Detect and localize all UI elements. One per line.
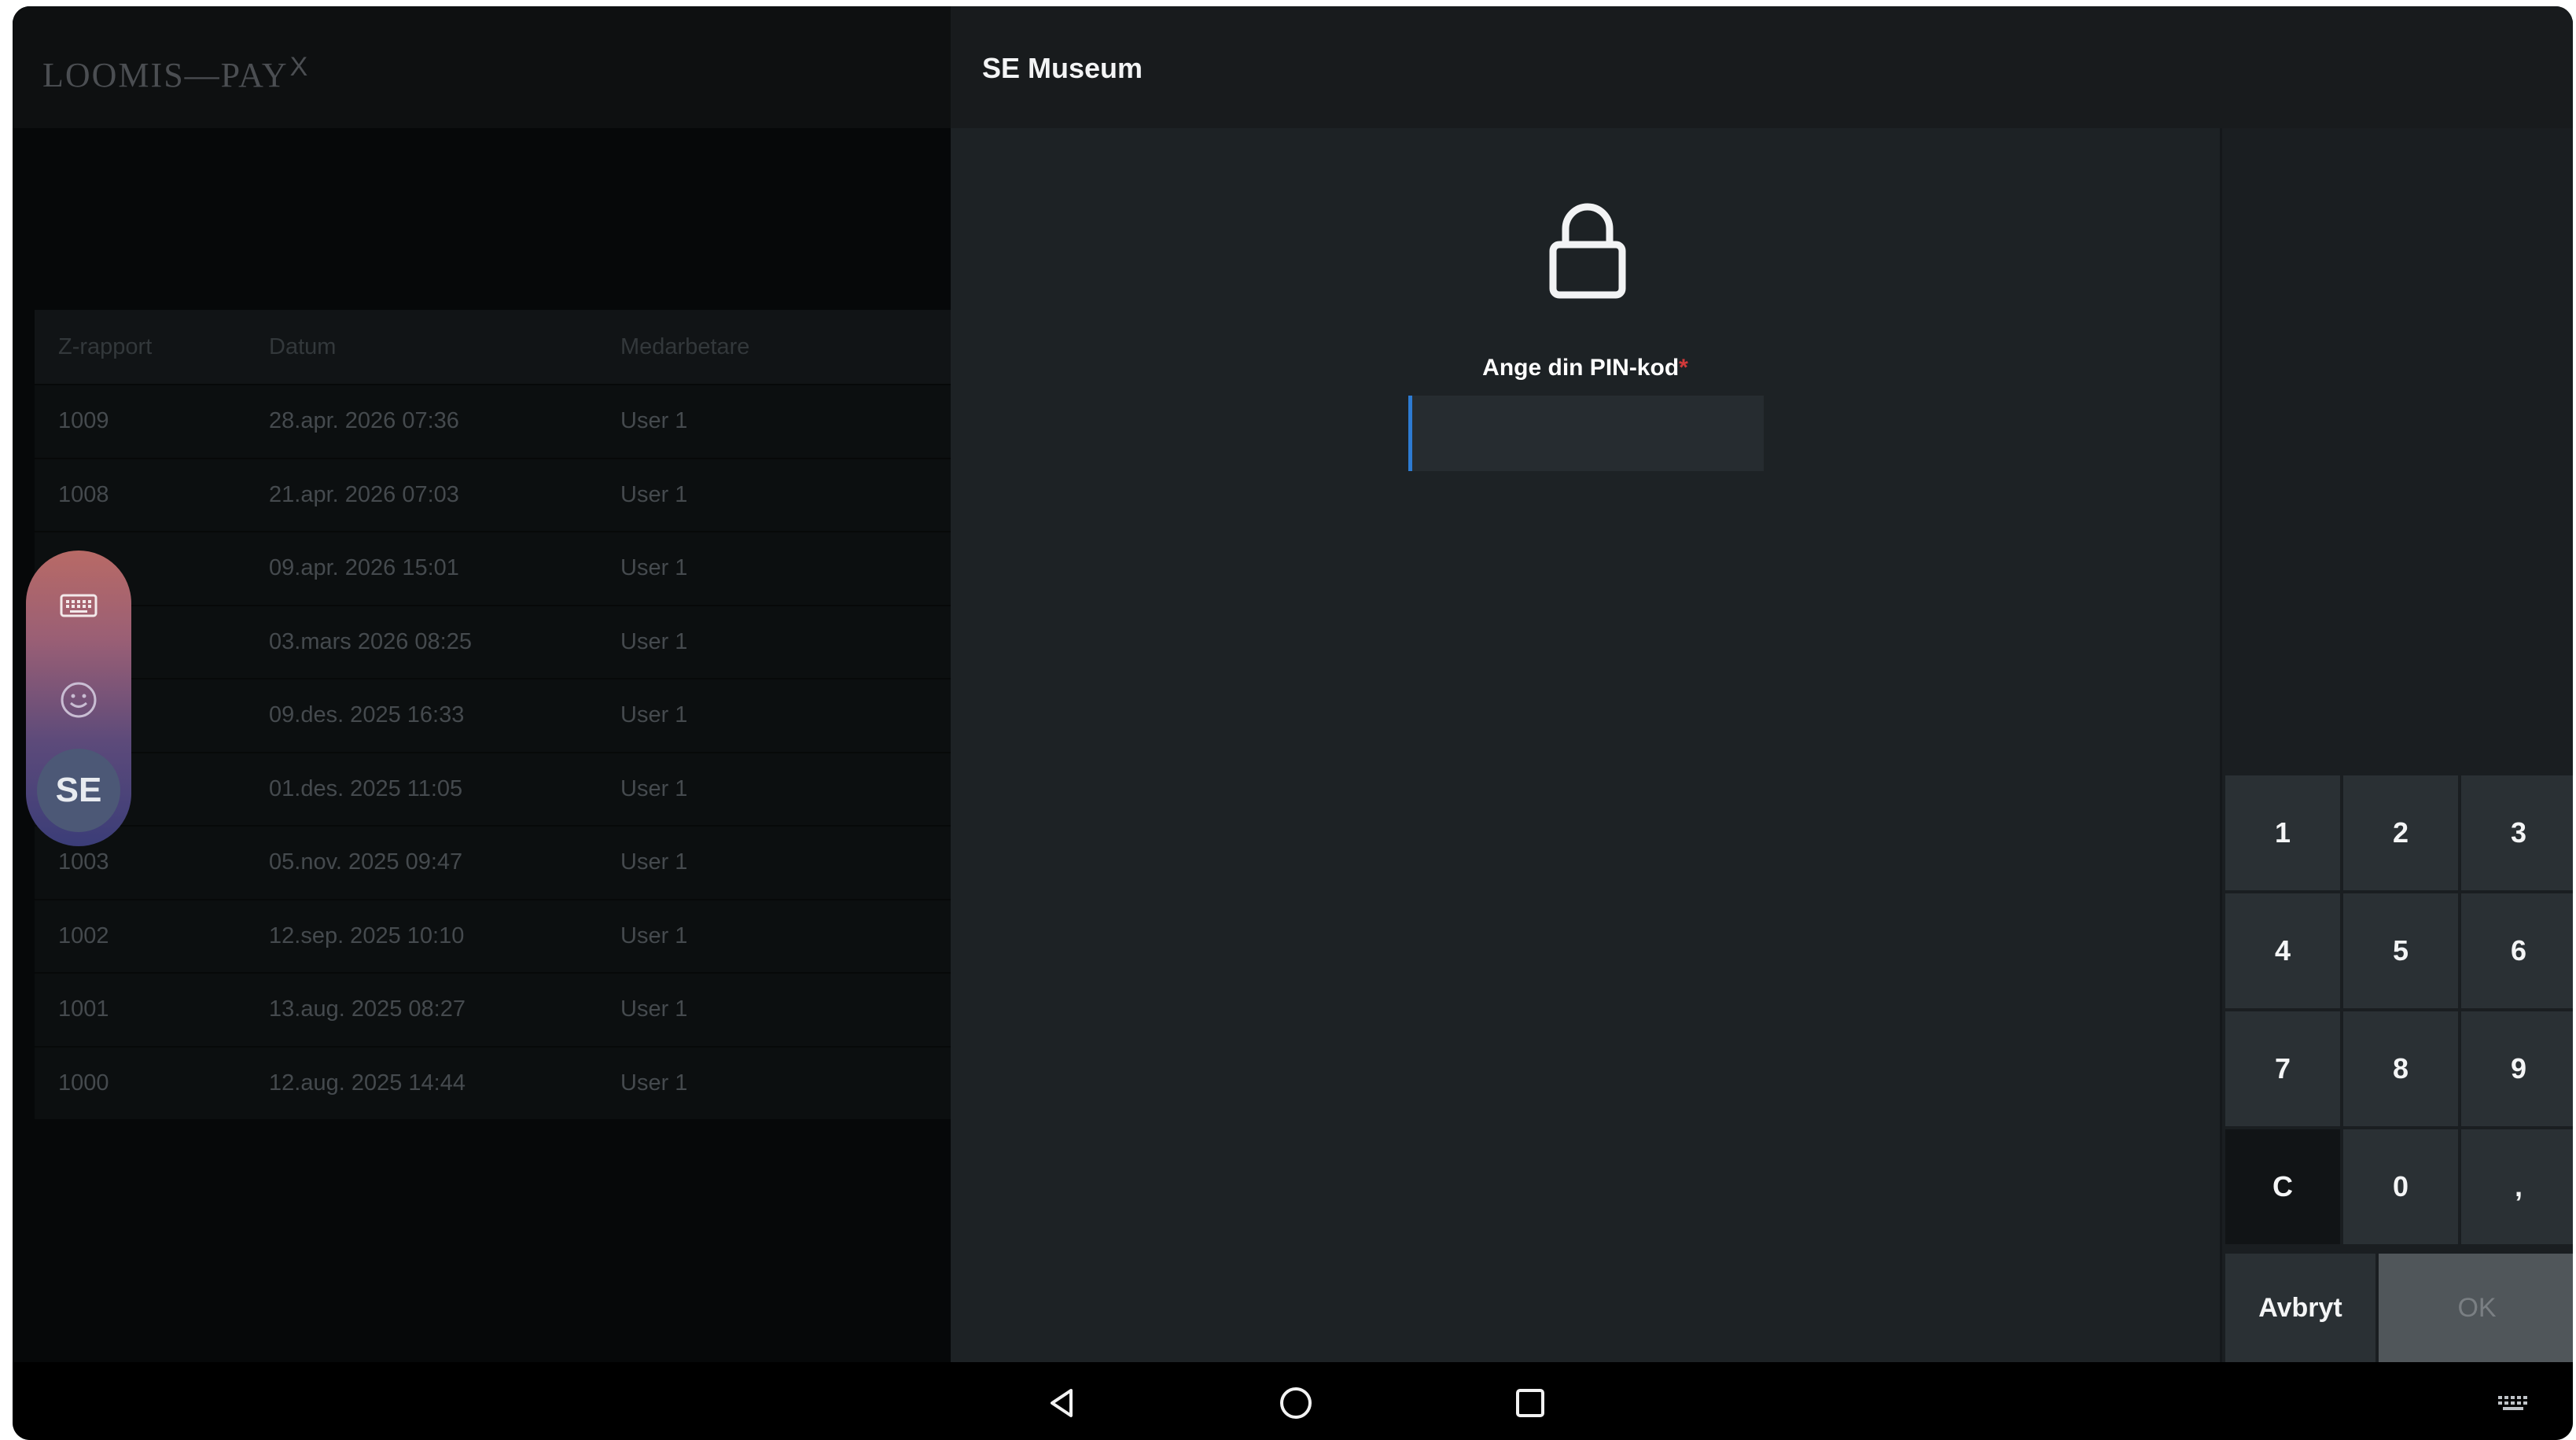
- numeric-keypad: 123 456 789 C0,: [2225, 775, 2573, 1244]
- pin-dialog: SE Museum Ange din PIN-kod* 123 456 789 C0,…: [951, 6, 2573, 1362]
- keypad-key-3[interactable]: 3: [2461, 775, 2573, 890]
- language-avatar[interactable]: SE: [37, 749, 120, 832]
- table-row[interactable]: 1008 21.apr. 2026 07:03 User 1: [35, 457, 951, 531]
- cell-z-rapport: 1008: [58, 481, 109, 507]
- keypad-key-1[interactable]: 1: [2225, 775, 2340, 890]
- cell-datum: 12.aug. 2025 14:44: [269, 1070, 466, 1096]
- keypad-key-comma[interactable]: ,: [2461, 1129, 2573, 1244]
- cell-medarbetare: User 1: [620, 408, 688, 434]
- cell-medarbetare: User 1: [620, 996, 688, 1022]
- cell-datum: 09.des. 2025 16:33: [269, 702, 465, 728]
- recents-square-icon: [1516, 1389, 1544, 1417]
- cell-medarbetare: User 1: [620, 481, 688, 507]
- ok-button[interactable]: OK: [2379, 1254, 2573, 1362]
- keypad-key-6[interactable]: 6: [2461, 893, 2573, 1008]
- emoji-icon: [61, 682, 97, 718]
- app-header: LOOMIS—PAYX: [13, 6, 951, 128]
- cell-z-rapport: 1003: [58, 849, 109, 875]
- home-circle-icon: [1280, 1387, 1312, 1419]
- cell-datum: 21.apr. 2026 07:03: [269, 481, 459, 507]
- dialog-header: SE Museum: [951, 6, 2573, 128]
- keypad-key-5[interactable]: 5: [2343, 893, 2458, 1008]
- floating-tool-menu: SE: [26, 551, 131, 846]
- keyboard-toggle-button[interactable]: [26, 566, 131, 645]
- pin-label: Ange din PIN-kod*: [1482, 355, 1688, 381]
- table-row[interactable]: 09.apr. 2026 15:01 User 1: [35, 531, 951, 605]
- table-row[interactable]: 1001 13.aug. 2025 08:27 User 1: [35, 972, 951, 1046]
- background-app: LOOMIS—PAYX Z-rapport Datum Medarbetare …: [13, 6, 951, 1362]
- cell-medarbetare: User 1: [620, 555, 688, 581]
- dialog-actions: Avbryt OK: [2225, 1254, 2573, 1362]
- dialog-body: Ange din PIN-kod*: [951, 128, 2220, 1362]
- cell-z-rapport: 1000: [58, 1070, 109, 1096]
- lock-icon: [1549, 203, 1626, 299]
- column-header-datum: Datum: [269, 333, 337, 359]
- cell-medarbetare: User 1: [620, 849, 688, 875]
- system-nav-bar: [13, 1362, 2573, 1440]
- cell-medarbetare: User 1: [620, 628, 688, 654]
- z-report-table: Z-rapport Datum Medarbetare 1009 28.apr. …: [35, 310, 951, 1119]
- numeric-keypad-panel: 123 456 789 C0, Avbryt OK: [2220, 128, 2573, 1362]
- pin-input[interactable]: [1408, 396, 1764, 471]
- table-body: 1009 28.apr. 2026 07:36 User 1 1008 21.apr. …: [35, 384, 951, 1119]
- cell-z-rapport: 1002: [58, 923, 109, 948]
- cell-datum: 03.mars 2026 08:25: [269, 628, 472, 654]
- nav-home-button[interactable]: [1272, 1379, 1319, 1427]
- cell-medarbetare: User 1: [620, 923, 688, 948]
- keypad-key-4[interactable]: 4: [2225, 893, 2340, 1008]
- keypad-key-2[interactable]: 2: [2343, 775, 2458, 890]
- dialog-title: SE Museum: [982, 52, 1143, 84]
- brand-logo: LOOMIS—PAYX: [42, 52, 310, 94]
- cell-datum: 05.nov. 2025 09:47: [269, 849, 463, 875]
- cell-datum: 28.apr. 2026 07:36: [269, 408, 459, 434]
- cell-medarbetare: User 1: [620, 1070, 688, 1096]
- cell-z-rapport: 1001: [58, 996, 109, 1022]
- cell-medarbetare: User 1: [620, 775, 688, 801]
- cell-datum: 01.des. 2025 11:05: [269, 775, 463, 801]
- column-header-z-rapport: Z-rapport: [58, 333, 153, 359]
- cell-z-rapport: 1009: [58, 408, 109, 434]
- column-header-medarbetare: Medarbetare: [620, 333, 750, 359]
- keyboard-icon: [60, 594, 98, 617]
- table-row[interactable]: 1000 12.aug. 2025 14:44 User 1: [35, 1045, 951, 1119]
- required-marker: *: [1679, 355, 1688, 381]
- table-row[interactable]: 03.mars 2026 08:25 User 1: [35, 604, 951, 678]
- cell-medarbetare: User 1: [620, 702, 688, 728]
- keypad-key-7[interactable]: 7: [2225, 1011, 2340, 1126]
- cell-datum: 12.sep. 2025 10:10: [269, 923, 465, 948]
- table-row[interactable]: 09.des. 2025 16:33 User 1: [35, 678, 951, 752]
- table-row[interactable]: 1009 28.apr. 2026 07:36 User 1: [35, 384, 951, 458]
- emoji-button[interactable]: [26, 661, 131, 739]
- nav-back-button[interactable]: [1038, 1379, 1085, 1427]
- keyboard-icon: [2498, 1396, 2527, 1410]
- back-triangle-icon: [1051, 1389, 1073, 1417]
- keypad-key-9[interactable]: 9: [2461, 1011, 2573, 1126]
- table-header: Z-rapport Datum Medarbetare: [35, 310, 951, 384]
- keypad-key-clear[interactable]: C: [2225, 1129, 2340, 1244]
- table-row[interactable]: 1002 12.sep. 2025 10:10 User 1: [35, 898, 951, 972]
- table-row[interactable]: 01.des. 2025 11:05 User 1: [35, 751, 951, 825]
- table-row[interactable]: 1003 05.nov. 2025 09:47 User 1: [35, 825, 951, 899]
- tablet-screen: LOOMIS—PAYX Z-rapport Datum Medarbetare …: [13, 6, 2573, 1440]
- keypad-key-8[interactable]: 8: [2343, 1011, 2458, 1126]
- keypad-key-0[interactable]: 0: [2343, 1129, 2458, 1244]
- cancel-button[interactable]: Avbryt: [2225, 1254, 2375, 1362]
- cell-datum: 13.aug. 2025 08:27: [269, 996, 466, 1022]
- nav-keyboard-button[interactable]: [2490, 1379, 2537, 1427]
- cell-datum: 09.apr. 2026 15:01: [269, 555, 459, 581]
- nav-recents-button[interactable]: [1507, 1379, 1554, 1427]
